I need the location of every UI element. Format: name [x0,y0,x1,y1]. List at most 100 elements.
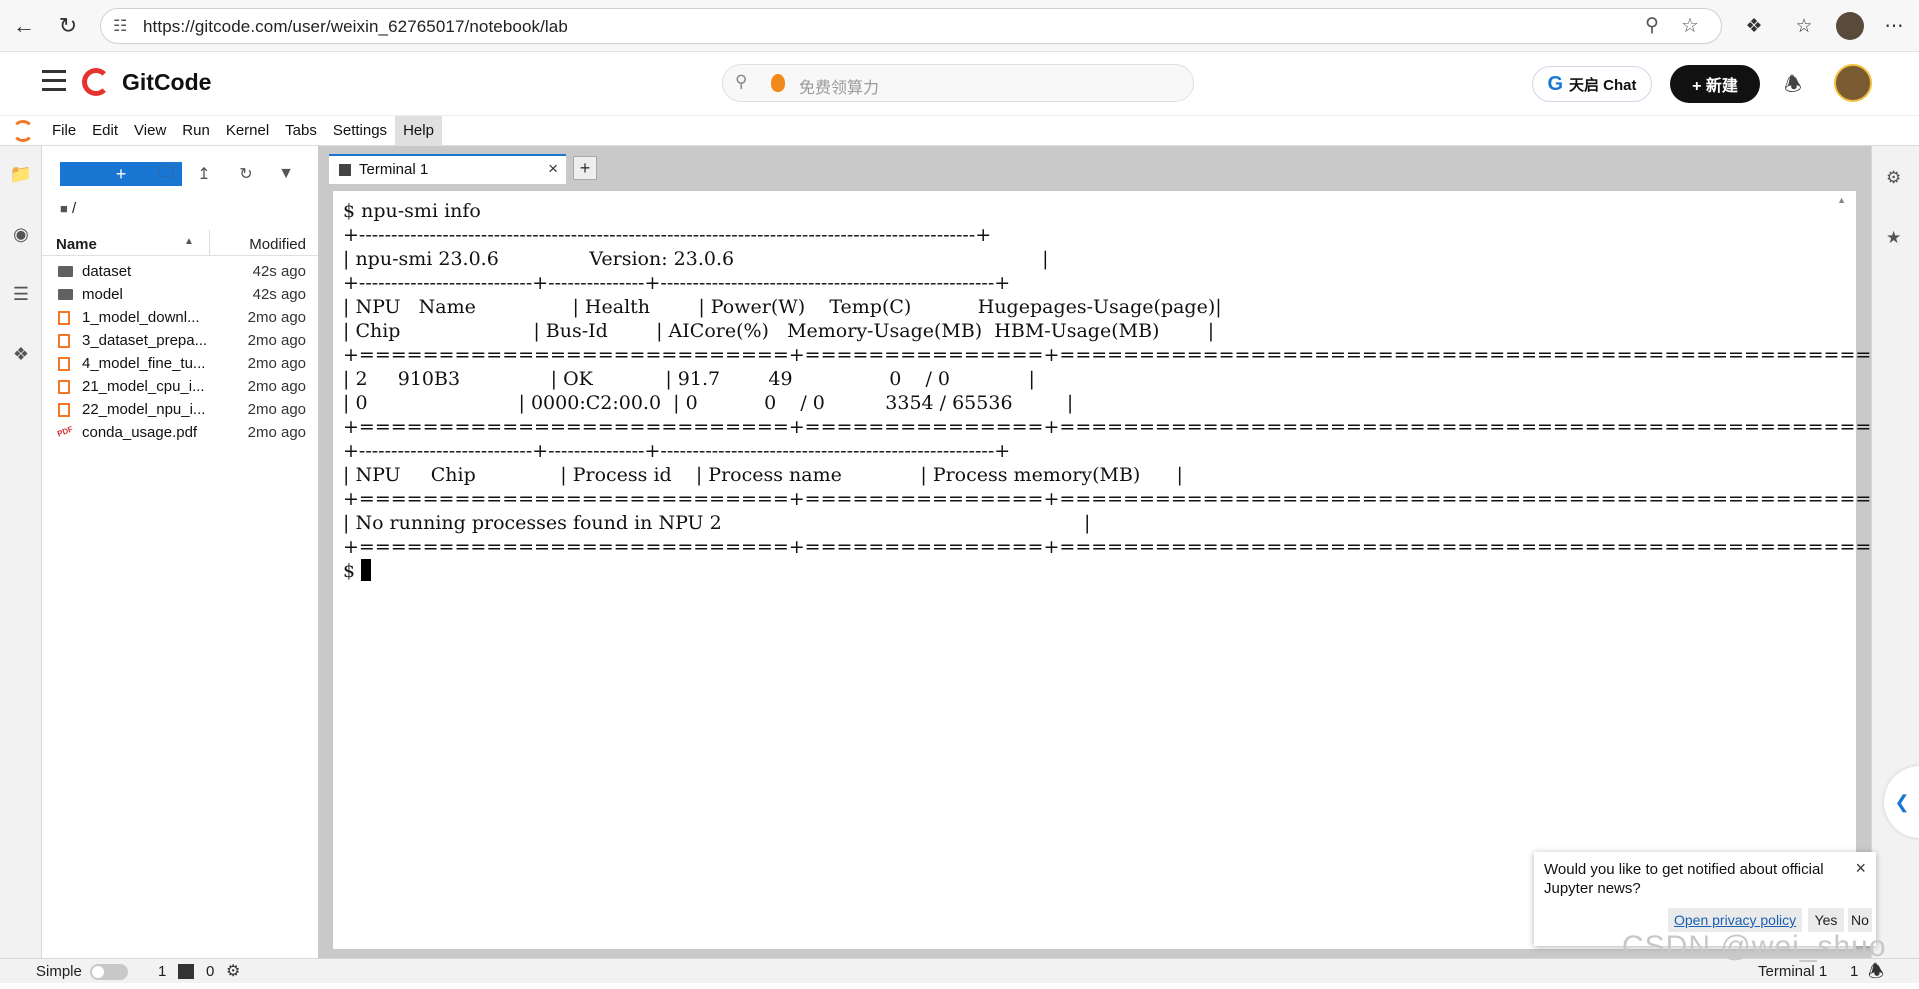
tab-bar: Terminal 1 × + [323,146,1871,184]
site-search[interactable]: ⚲ 免费领算力 [722,64,1194,102]
simple-mode-toggle[interactable] [90,964,128,980]
active-tab-label: Terminal 1 [1758,963,1828,980]
terminal-line: | NPU Chip | Process id | Process name |… [343,463,1903,487]
kernel-chip-icon: ⚙ [226,963,241,980]
menu-file[interactable]: File [44,116,84,146]
column-divider [209,230,210,256]
back-arrow-icon[interactable]: ← [8,10,40,42]
terminal-line-text: $ npu-smi info [343,200,481,222]
column-modified-header[interactable]: Modified [249,236,306,253]
refresh-icon[interactable]: ↻ [234,162,258,186]
menu-edit[interactable]: Edit [84,116,126,146]
file-name: model [82,286,123,303]
file-name: conda_usage.pdf [82,424,198,441]
notebook-icon [58,311,70,325]
folder-icon [58,289,73,300]
terminal-line: | NPU Name | Health | Power(W) Temp(C) H… [343,295,1903,319]
reload-icon[interactable]: ↻ [52,10,84,42]
terminal-cursor [361,559,372,581]
favorite-star-icon[interactable]: ☆ [1681,13,1699,38]
tab-terminal-1[interactable]: Terminal 1 × [329,154,566,184]
close-notification-icon[interactable]: × [1855,858,1866,879]
terminal-line-text: +---------------------------+-----------… [343,440,1011,462]
site-header: GitCode ⚲ 免费领算力 G 天启 Chat + 新建 🕭 [0,52,1919,116]
terminal-output: $ npu-smi info +-------------------------… [343,199,1903,583]
tianqi-chat-label: 天启 Chat [1569,76,1637,94]
profile-avatar[interactable] [1836,12,1864,40]
table-of-contents-icon[interactable]: ☰ [9,282,33,306]
add-tab-button[interactable]: + [573,156,597,180]
collapse-panel-chevron-icon[interactable]: ❮ [1884,766,1919,838]
active-tab-count: 1 [1850,963,1859,980]
tab-terminal-1-label: Terminal 1 [359,161,429,178]
menu-tabs[interactable]: Tabs [277,116,325,146]
file-browser-panel: + 🗀 ↥ ↻ ▼ ■ / Name ▲ Modified dataset 42s… [42,146,323,958]
file-modified: 42s ago [252,286,306,303]
file-modified: 2mo ago [247,424,306,441]
right-activity-bar: ⚙ ★ ❮ [1871,146,1919,958]
extensions-puzzle-icon[interactable]: ❖ [9,342,33,366]
scroll-up-arrow-icon[interactable]: ▲ [1837,195,1846,205]
breadcrumb[interactable]: ■ / [60,200,76,217]
menu-view[interactable]: View [126,116,174,146]
terminal-line: | No running processes found in NPU 2 | [343,511,1903,535]
site-info-icon[interactable]: ☷ [113,16,127,36]
tianqi-chat-button[interactable]: G 天启 Chat [1532,66,1652,102]
user-avatar[interactable] [1834,64,1872,102]
terminal-line: +===========================+===========… [343,535,1903,559]
hamburger-menu-icon[interactable] [42,70,66,92]
menu-run[interactable]: Run [174,116,218,146]
notebook-icon [58,403,70,417]
running-sessions-icon[interactable]: ◉ [9,222,33,246]
open-privacy-policy-button[interactable]: Open privacy policy [1668,908,1803,932]
terminal-line: +===========================+===========… [343,415,1903,439]
terminal-line-text: | npu-smi 23.0.6 Version: 23.0.6 | [343,248,1049,270]
address-bar[interactable]: ☷ https://gitcode.com/user/weixin_627650… [100,8,1722,44]
file-browser-folder-icon[interactable]: 📁 [9,162,33,186]
upload-icon[interactable]: ↥ [192,162,216,186]
left-activity-bar: 📁 ◉ ☰ ❖ [0,146,42,958]
file-modified: 2mo ago [247,401,306,418]
terminal-line: $ [343,559,1903,583]
file-modified: 2mo ago [247,355,306,372]
menu-kernel[interactable]: Kernel [218,116,277,146]
notebook-icon [58,380,70,394]
terminal-line-text: | No running processes found in NPU 2 | [343,512,1091,534]
menu-settings[interactable]: Settings [325,116,395,146]
notification-message: Would you like to get notified about off… [1544,861,1824,897]
notebook-icon [58,357,70,371]
main-dock-panel: Terminal 1 × + $ npu-smi info +----------… [323,146,1903,958]
notification-yes-button[interactable]: Yes [1808,908,1844,932]
terminal-panel[interactable]: $ npu-smi info +-------------------------… [333,191,1903,949]
filter-icon[interactable]: ▼ [274,162,298,186]
terminal-line: +===========================+===========… [343,343,1903,367]
file-row[interactable]: PDF conda_usage.pdf 2mo ago [42,419,318,447]
debugger-bug-icon[interactable]: ★ [1886,228,1901,248]
folder-icon [58,266,73,277]
column-name-header[interactable]: Name [56,236,97,253]
zoom-icon[interactable]: ⚲ [1645,14,1659,37]
property-inspector-gears-icon[interactable]: ⚙ [1886,168,1901,188]
file-name: 4_model_fine_tu... [82,355,206,372]
sort-ascending-icon: ▲ [184,236,194,247]
terminal-line-text: | NPU Chip | Process id | Process name |… [343,464,1183,486]
gitcode-logo-icon [82,68,110,96]
terminal-line-text: +---------------------------+-----------… [343,272,1011,294]
file-name: 22_model_npu_i... [82,401,206,418]
breadcrumb-root[interactable]: / [72,200,76,217]
menu-help[interactable]: Help [395,115,442,146]
terminal-line-text: | 2 910B3 | OK | 91.7 49 0 / 0 | [343,368,1035,390]
favorites-icon[interactable]: ☆ [1790,12,1818,40]
flame-icon [771,74,785,92]
more-menu-icon[interactable]: ⋯ [1880,12,1908,40]
file-name: 1_model_downl... [82,309,200,326]
notification-bell-icon[interactable]: 🕭 [1784,70,1802,104]
notification-no-button[interactable]: No [1848,908,1872,932]
extensions-icon[interactable]: ❖ [1740,12,1768,40]
close-tab-icon[interactable]: × [548,159,558,179]
jupyter-logo-icon [12,120,34,142]
terminal-line-text: +===========================+===========… [343,536,1904,558]
new-folder-icon[interactable]: 🗀 [154,162,178,186]
new-button[interactable]: + 新建 [1670,65,1760,103]
csdn-watermark: CSDN @wei_shuo [1622,930,1887,963]
